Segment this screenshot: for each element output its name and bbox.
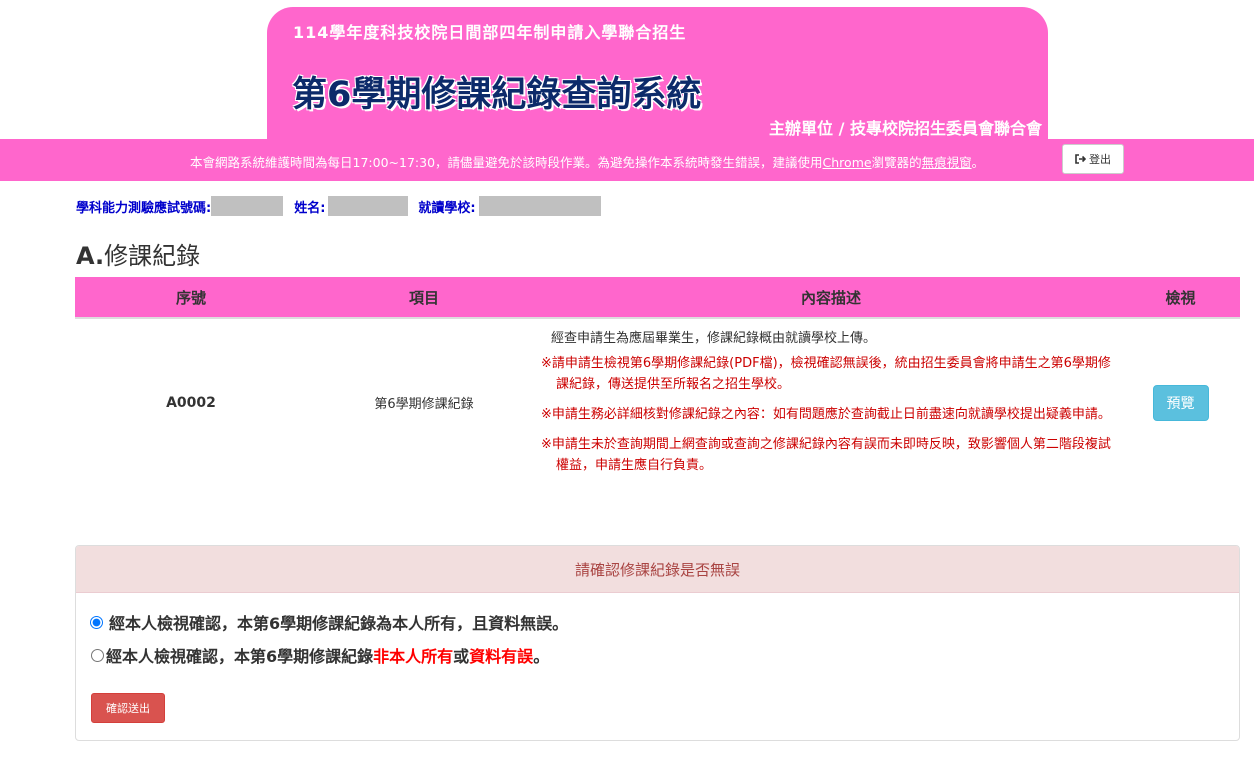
table-row: A0002 第6學期修課紀錄 經查申請生為應屆畢業生，修課紀錄概由就讀學校上傳。… — [75, 318, 1240, 486]
preview-button[interactable]: 預覽 — [1152, 384, 1209, 421]
name-label: 姓名: — [294, 200, 326, 216]
description-note-1: ※請申請生檢視第6學期修課紀錄(PDF檔)，檢視確認無誤後，統由招生委員會將申請… — [541, 356, 1111, 392]
row-view-cell: 預覽 — [1121, 318, 1240, 486]
logout-button[interactable]: 登出 — [1062, 144, 1124, 174]
section-prefix: A. — [76, 242, 105, 270]
header-view: 檢視 — [1121, 277, 1240, 319]
confirm-panel: 請確認修課紀錄是否無誤 經本人檢視確認，本第6學期修課紀錄為本人所有，且資料無誤… — [75, 545, 1240, 741]
row-description: 經查申請生為應屆畢業生，修課紀錄概由就讀學校上傳。 ※請申請生檢視第6學期修課紀… — [541, 318, 1121, 486]
header-serial: 序號 — [75, 277, 307, 319]
school-label: 就讀學校: — [418, 200, 476, 216]
header-subtitle: 114學年度科技校院日間部四年制申請入學聯合招生 — [293, 23, 687, 42]
notice-text-middle: 瀏覽器的 — [871, 155, 922, 170]
option-incorrect-red-2: 資料有誤 — [469, 647, 534, 666]
header-description: 內容描述 — [541, 277, 1121, 319]
option-correct-label: 經本人檢視確認，本第6學期修課紀錄為本人所有，且資料無誤。 — [109, 614, 569, 633]
confirm-submit-button[interactable]: 確認送出 — [91, 693, 165, 723]
confirm-option-correct[interactable]: 經本人檢視確認，本第6學期修課紀錄為本人所有，且資料無誤。 — [90, 610, 568, 634]
notice-text-before: 本會網路系統維護時間為每日17:00~17:30，請儘量避免於該時段作業。為避免… — [190, 155, 823, 170]
radio-correct[interactable] — [90, 615, 103, 629]
option-incorrect-suffix: 。 — [533, 647, 550, 666]
logout-icon — [1075, 154, 1086, 164]
option-incorrect-red-1: 非本人所有 — [373, 647, 454, 666]
name-masked — [328, 196, 409, 216]
option-incorrect-prefix: 經本人檢視確認，本第6學期修課紀錄 — [106, 647, 374, 666]
section-title: A.修課紀錄 — [76, 236, 200, 271]
incognito-link[interactable]: 無痕視窗 — [922, 155, 972, 170]
page-title: 第6學期修課紀錄查詢系統 — [292, 75, 702, 115]
confirm-option-incorrect[interactable]: 經本人檢視確認，本第6學期修課紀錄 非本人所有或資料有誤。 — [91, 643, 549, 667]
radio-incorrect[interactable] — [91, 648, 104, 662]
table-header-row: 序號 項目 內容描述 檢視 — [75, 277, 1240, 319]
school-masked — [478, 196, 601, 216]
exam-number-label: 學科能力測驗應試號碼: — [76, 200, 212, 216]
notice-text-after: 。 — [971, 155, 985, 170]
exam-number-masked — [211, 196, 284, 216]
chrome-link[interactable]: Chrome — [823, 155, 872, 170]
description-note-3: ※申請生未於查詢期間上網查詢或查詢之修課紀錄內容有誤而未即時反映，致影響個人第二… — [541, 437, 1111, 473]
section-title-text: 修課紀錄 — [104, 242, 201, 270]
header-organizer: 主辦單位 / 技專校院招生委員會聯合會 — [769, 119, 1042, 138]
applicant-info: 學科能力測驗應試號碼: 姓名: 就讀學校: — [76, 196, 611, 216]
logout-label: 登出 — [1089, 153, 1111, 166]
row-serial: A0002 — [166, 394, 216, 411]
description-note-2: ※申請生務必詳細核對修課紀錄之內容：如有問題應於查詢截止日前盡速向就讀學校提出疑… — [541, 407, 1111, 422]
option-incorrect-mid: 或 — [453, 647, 470, 666]
description-intro: 經查申請生為應屆畢業生，修課紀錄概由就讀學校上傳。 — [551, 331, 877, 346]
confirm-heading: 請確認修課紀錄是否無誤 — [76, 546, 1239, 593]
records-table: 序號 項目 內容描述 檢視 A0002 第6學期修課紀錄 經查申請生為應屆畢業生… — [75, 277, 1240, 486]
row-item: 第6學期修課紀錄 — [374, 397, 474, 412]
maintenance-notice: 本會網路系統維護時間為每日17:00~17:30，請儘量避免於該時段作業。為避免… — [190, 152, 984, 171]
header-item: 項目 — [307, 277, 541, 319]
